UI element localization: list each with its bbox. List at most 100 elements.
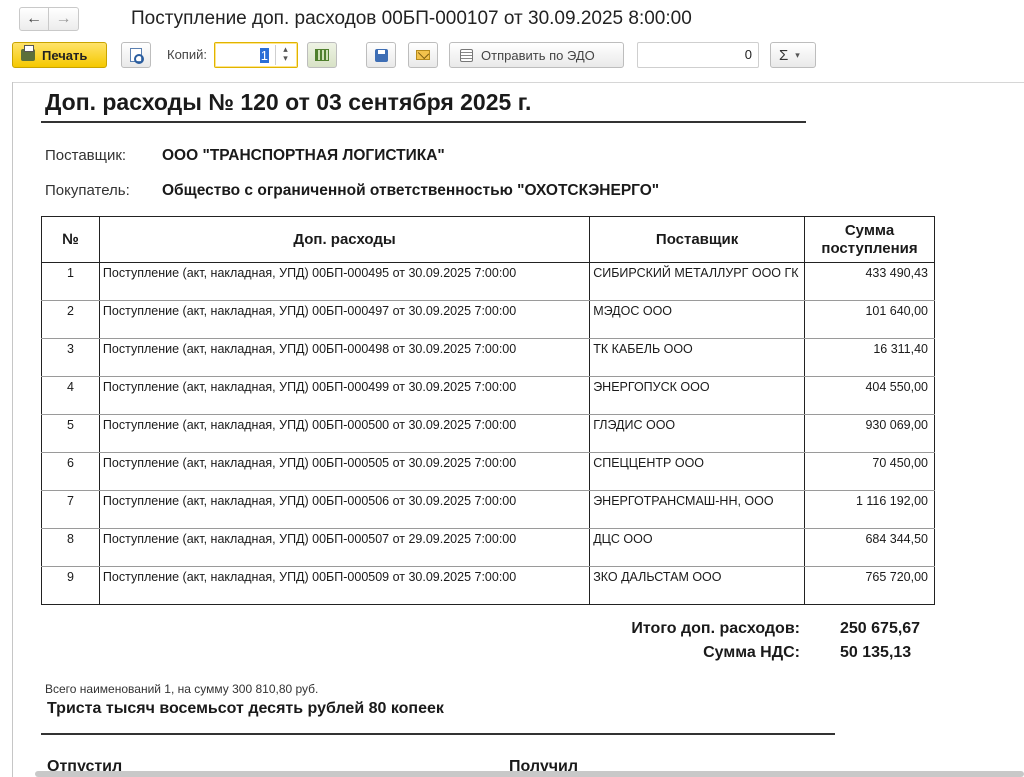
- row-supplier: ДЦС ООО: [589, 528, 806, 567]
- horizontal-scrollbar[interactable]: [35, 771, 1024, 777]
- table-row: 5 Поступление (акт, накладная, УПД) 00БП-…: [41, 414, 935, 453]
- copies-value: 1: [259, 48, 269, 63]
- row-supplier: ГЛЭДИС ООО: [589, 414, 806, 453]
- preview-button[interactable]: [121, 42, 151, 68]
- column-header-supplier: Поставщик: [589, 216, 806, 263]
- window-title: Поступление доп. расходов 00БП-000107 от…: [131, 8, 692, 29]
- row-number: 1: [41, 262, 100, 301]
- print-preview-icon: [130, 48, 144, 64]
- title-bar: ← → Поступление доп. расходов 00БП-00010…: [0, 0, 1024, 38]
- column-header-expenses: Доп. расходы: [98, 216, 591, 263]
- printer-icon: [21, 45, 35, 61]
- table-row: 6 Поступление (акт, накладная, УПД) 00БП-…: [41, 452, 935, 491]
- row-supplier: ЭНЕРГОПУСК ООО: [589, 376, 806, 415]
- back-button[interactable]: ←: [19, 7, 49, 31]
- row-amount: 1 116 192,00: [804, 490, 935, 529]
- expenses-table: № Доп. расходы Поставщик Сумма поступлен…: [41, 216, 935, 605]
- column-header-number: №: [41, 216, 100, 263]
- table-row: 9 Поступление (акт, накладная, УПД) 00БП-…: [41, 566, 935, 605]
- row-expense-document: Поступление (акт, накладная, УПД) 00БП-0…: [98, 452, 591, 491]
- edit-table-icon: [315, 49, 329, 61]
- row-amount: 70 450,00: [804, 452, 935, 491]
- document-send-icon: [460, 48, 473, 62]
- envelope-icon: [416, 50, 430, 60]
- table-header-row: № Доп. расходы Поставщик Сумма поступлен…: [41, 216, 935, 263]
- table-row: 4 Поступление (акт, накладная, УПД) 00БП-…: [41, 376, 935, 415]
- total-expenses-row: Итого доп. расходов: 250 675,67: [560, 620, 940, 644]
- copies-stepper[interactable]: ▴ ▾: [275, 45, 295, 65]
- send-edo-button[interactable]: Отправить по ЭДО: [449, 42, 624, 68]
- row-amount: 16 311,40: [804, 338, 935, 377]
- total-expenses-label: Итого доп. расходов:: [631, 620, 800, 637]
- total-vat-row: Сумма НДС: 50 135,13: [560, 644, 940, 668]
- row-expense-document: Поступление (акт, накладная, УПД) 00БП-0…: [98, 490, 591, 529]
- table-row: 2 Поступление (акт, накладная, УПД) 00БП-…: [41, 300, 935, 339]
- row-expense-document: Поступление (акт, накладная, УПД) 00БП-0…: [98, 376, 591, 415]
- row-amount: 765 720,00: [804, 566, 935, 605]
- arrow-right-icon: →: [55, 10, 72, 27]
- supplier-label: Поставщик:: [45, 147, 127, 164]
- row-number: 5: [41, 414, 100, 453]
- total-vat-value: 50 135,13: [840, 644, 912, 661]
- row-amount: 433 490,43: [804, 262, 935, 301]
- amount-in-words: Триста тысяч восемьсот десять рублей 80 …: [47, 700, 444, 717]
- row-supplier: ЗКО ДАЛЬСТАМ ООО: [589, 566, 806, 605]
- row-number: 4: [41, 376, 100, 415]
- row-number: 3: [41, 338, 100, 377]
- row-expense-document: Поступление (акт, накладная, УПД) 00БП-0…: [98, 262, 591, 301]
- buyer-label: Покупатель:: [45, 182, 130, 199]
- total-expenses-value: 250 675,67: [840, 620, 921, 637]
- row-supplier: СПЕЦЦЕНТР ООО: [589, 452, 806, 491]
- document-left-border: [12, 82, 13, 777]
- row-amount: 930 069,00: [804, 414, 935, 453]
- row-number: 7: [41, 490, 100, 529]
- table-row: 3 Поступление (акт, накладная, УПД) 00БП-…: [41, 338, 935, 377]
- row-number: 2: [41, 300, 100, 339]
- total-vat-label: Сумма НДС:: [703, 644, 800, 661]
- forward-button[interactable]: →: [49, 7, 79, 31]
- print-button-label: Печать: [42, 47, 88, 63]
- send-edo-label: Отправить по ЭДО: [481, 47, 595, 63]
- row-supplier: ТК КАБЕЛЬ ООО: [589, 338, 806, 377]
- copies-label: Копий:: [167, 47, 207, 62]
- toolbar: Печать Копий: 1 ▴ ▾ Отправить по ЭДО 0 Σ…: [0, 42, 1024, 72]
- row-expense-document: Поступление (акт, накладная, УПД) 00БП-0…: [98, 338, 591, 377]
- buyer-line: Покупатель: Общество с ограниченной отве…: [45, 182, 659, 199]
- row-number: 8: [41, 528, 100, 567]
- selection-sum-field[interactable]: 0: [637, 42, 759, 68]
- edit-mode-button[interactable]: [307, 42, 337, 68]
- save-button[interactable]: [366, 42, 396, 68]
- column-header-amount: Сумма поступления: [804, 216, 935, 263]
- print-button[interactable]: Печать: [12, 42, 107, 68]
- chevron-down-icon: ▾: [795, 49, 800, 60]
- floppy-disk-icon: [374, 48, 388, 62]
- buyer-value: Общество с ограниченной ответственностью…: [162, 182, 660, 199]
- print-form-window: ← → Поступление доп. расходов 00БП-00010…: [0, 0, 1024, 777]
- row-expense-document: Поступление (акт, накладная, УПД) 00БП-0…: [98, 528, 591, 567]
- spin-down-icon[interactable]: ▾: [276, 54, 295, 63]
- row-expense-document: Поступление (акт, накладная, УПД) 00БП-0…: [98, 566, 591, 605]
- send-email-button[interactable]: [408, 42, 438, 68]
- sum-mode-dropdown[interactable]: Σ ▾: [770, 42, 816, 68]
- row-supplier: СИБИРСКИЙ МЕТАЛЛУРГ ООО ГК: [589, 262, 806, 301]
- table-body: 1 Поступление (акт, накладная, УПД) 00БП-…: [41, 262, 935, 605]
- copies-input[interactable]: 1 ▴ ▾: [214, 42, 298, 68]
- row-number: 6: [41, 452, 100, 491]
- row-supplier: МЭДОС ООО: [589, 300, 806, 339]
- row-amount: 101 640,00: [804, 300, 935, 339]
- supplier-line: Поставщик: ООО "ТРАНСПОРТНАЯ ЛОГИСТИКА": [45, 147, 445, 164]
- row-amount: 404 550,00: [804, 376, 935, 415]
- row-number: 9: [41, 566, 100, 605]
- sigma-icon: Σ: [779, 46, 789, 64]
- row-supplier: ЭНЕРГОТРАНСМАШ-НН, ООО: [589, 490, 806, 529]
- document-title: Доп. расходы № 120 от 03 сентября 2025 г…: [45, 89, 532, 115]
- row-expense-document: Поступление (акт, накладная, УПД) 00БП-0…: [98, 414, 591, 453]
- totals-block: Итого доп. расходов: 250 675,67 Сумма НД…: [560, 620, 940, 668]
- supplier-value: ООО "ТРАНСПОРТНАЯ ЛОГИСТИКА": [162, 147, 445, 164]
- title-underline: [41, 121, 806, 123]
- table-row: 7 Поступление (акт, накладная, УПД) 00БП-…: [41, 490, 935, 529]
- items-count-line: Всего наименований 1, на сумму 300 810,8…: [45, 682, 319, 696]
- row-amount: 684 344,50: [804, 528, 935, 567]
- table-row: 8 Поступление (акт, накладная, УПД) 00БП-…: [41, 528, 935, 567]
- arrow-left-icon: ←: [26, 10, 42, 27]
